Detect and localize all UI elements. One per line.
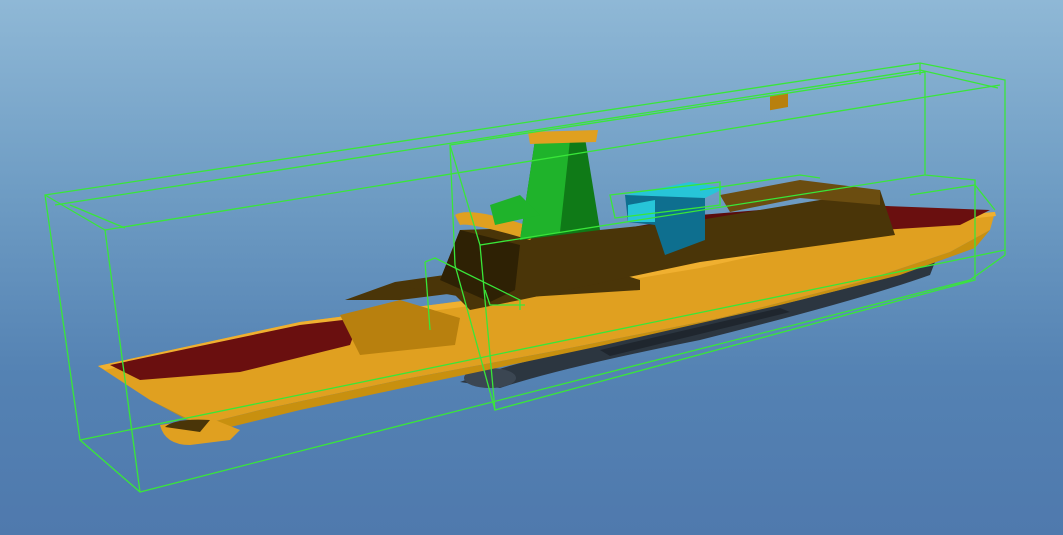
3d-viewport[interactable] [0, 0, 1063, 535]
ship-scene [44, 62, 1006, 493]
